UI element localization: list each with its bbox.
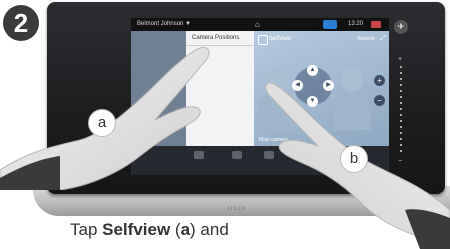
user-name[interactable]: Belmont Johnson ▼: [137, 18, 191, 31]
instruction-caption: Tap Selfview (a) and: [70, 220, 229, 240]
selfview-checkbox[interactable]: [258, 35, 268, 45]
callout-a: a: [88, 109, 116, 137]
home-icon[interactable]: ⌂: [255, 18, 260, 31]
mute-icon[interactable]: ✈: [394, 20, 408, 34]
remote-label[interactable]: Remote: [357, 36, 375, 42]
caption-selfview: Selfview: [102, 220, 171, 239]
step-number-badge: 2: [3, 5, 39, 41]
selfview-label[interactable]: Selfview: [269, 36, 291, 42]
bluetooth-icon: [323, 20, 337, 29]
clock-time: 13:20: [347, 21, 363, 27]
caption-suffix: ) and: [190, 220, 229, 239]
caption-prefix: Tap: [70, 220, 103, 239]
expand-icon[interactable]: ⤢: [380, 35, 386, 43]
caption-paren-open: (: [170, 220, 181, 239]
caption-letter: a: [180, 220, 191, 239]
status-bar: Belmont Johnson ▼ ⌂ 13:20: [131, 18, 389, 31]
indicator-icon: [371, 21, 381, 28]
callout-b: b: [340, 145, 368, 173]
